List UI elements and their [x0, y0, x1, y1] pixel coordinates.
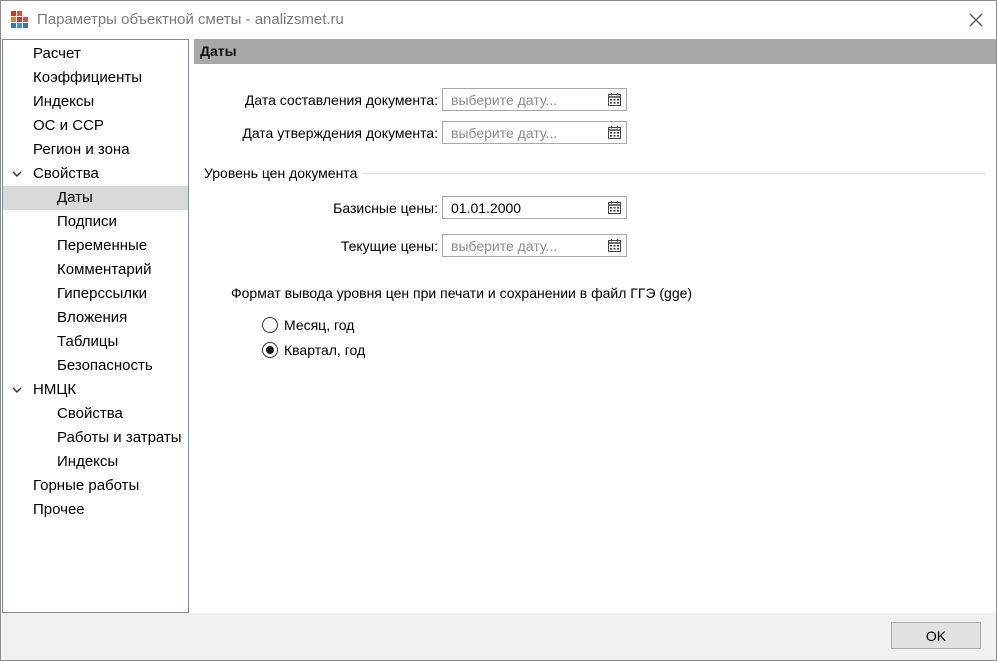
current-prices-label: Текущие цены:	[340, 238, 438, 254]
title-bar: Параметры объектной сметы - analizsmet.r…	[1, 1, 996, 39]
base-prices-date-input[interactable]	[443, 197, 603, 218]
tree-item-raschet[interactable]: Расчет	[3, 42, 188, 66]
tree-item-label: Работы и затраты	[57, 429, 182, 446]
tree-item-label: Горные работы	[33, 477, 140, 494]
chevron-down-icon[interactable]	[11, 384, 23, 396]
tree-item-works-costs[interactable]: Работы и затраты	[3, 426, 188, 450]
radio-month-year[interactable]	[262, 317, 278, 333]
tree-item-label: Прочее	[33, 501, 85, 518]
group-divider	[362, 173, 985, 174]
tree-item-os-ssr[interactable]: ОС и ССР	[3, 114, 188, 138]
doc-approved-label: Дата утверждения документа:	[242, 125, 438, 141]
doc-created-label: Дата составления документа:	[244, 92, 438, 108]
calendar-icon[interactable]	[607, 200, 622, 215]
tree-item-label: Подписи	[57, 213, 117, 230]
tree-item-indexes[interactable]: Индексы	[3, 90, 188, 114]
tree-item-label: Индексы	[57, 453, 119, 470]
tree-item-region-zone[interactable]: Регион и зона	[3, 138, 188, 162]
radio-month-year-label[interactable]: Месяц, год	[284, 317, 354, 333]
price-level-group-title: Уровень цен документа	[204, 165, 358, 181]
chevron-down-icon[interactable]	[11, 168, 23, 180]
current-prices-date-input[interactable]	[443, 235, 603, 256]
dialog-footer: OK	[2, 613, 996, 660]
tree-item-mining[interactable]: Горные работы	[3, 474, 188, 498]
doc-created-date-input[interactable]	[443, 89, 603, 110]
tree-item-attachments[interactable]: Вложения	[3, 306, 188, 330]
tree-item-coefficients[interactable]: Коэффициенты	[3, 66, 188, 90]
calendar-icon[interactable]	[607, 238, 622, 253]
ok-button[interactable]: OK	[891, 622, 981, 649]
tree-item-tables[interactable]: Таблицы	[3, 330, 188, 354]
tree-item-security[interactable]: Безопасность	[3, 354, 188, 378]
tree-item-label: Индексы	[33, 93, 95, 110]
tree-item-nmck-properties[interactable]: Свойства	[3, 402, 188, 426]
doc-approved-date-input[interactable]	[443, 122, 603, 143]
tree-item-variables[interactable]: Переменные	[3, 234, 188, 258]
tree-item-label: Коэффициенты	[33, 69, 143, 86]
section-header: Даты	[194, 39, 996, 64]
tree-item-nmck-indexes[interactable]: Индексы	[3, 450, 188, 474]
content-panel: Даты Дата составления документа: Дата ут…	[194, 39, 996, 613]
tree-item-hyperlinks[interactable]: Гиперссылки	[3, 282, 188, 306]
tree-item-signatures[interactable]: Подписи	[3, 210, 188, 234]
tree-item-label: ОС и ССР	[33, 117, 104, 134]
output-format-label: Формат вывода уровня цен при печати и со…	[231, 285, 693, 301]
tree-item-other[interactable]: Прочее	[3, 498, 188, 522]
current-prices-date-field	[442, 234, 627, 257]
calendar-icon[interactable]	[607, 92, 622, 107]
tree-item-label: Регион и зона	[33, 141, 130, 158]
tree-item-properties[interactable]: Свойства	[3, 162, 188, 186]
tree-item-label: Переменные	[57, 237, 148, 254]
tree-item-label: Гиперссылки	[57, 285, 147, 302]
tree-item-label: Свойства	[33, 165, 99, 182]
tree-item-comment[interactable]: Комментарий	[3, 258, 188, 282]
base-prices-label: Базисные цены:	[333, 200, 438, 216]
window-title: Параметры объектной сметы - analizsmet.r…	[37, 11, 344, 28]
doc-approved-date-field	[442, 121, 627, 144]
tree-item-label: НМЦК	[33, 381, 77, 398]
tree-item-label: Безопасность	[57, 357, 153, 374]
radio-quarter-year[interactable]	[262, 342, 278, 358]
tree-item-dates[interactable]: Даты	[3, 186, 188, 210]
base-prices-date-field	[442, 196, 627, 219]
doc-created-date-field	[442, 88, 627, 111]
radio-quarter-year-label[interactable]: Квартал, год	[284, 342, 365, 358]
section-title: Даты	[200, 43, 237, 59]
tree-item-nmck[interactable]: НМЦК	[3, 378, 188, 402]
tree-item-label: Таблицы	[57, 333, 119, 350]
tree-item-label: Комментарий	[57, 261, 152, 278]
app-icon	[11, 11, 28, 28]
dialog-window: Параметры объектной сметы - analizsmet.r…	[0, 0, 997, 661]
settings-tree: Расчет Коэффициенты Индексы ОС и ССР Рег…	[2, 39, 189, 613]
tree-item-label: Расчет	[33, 45, 81, 62]
close-icon[interactable]	[964, 8, 988, 32]
tree-item-label: Даты	[57, 189, 93, 206]
tree-item-label: Свойства	[57, 405, 123, 422]
calendar-icon[interactable]	[607, 125, 622, 140]
tree-item-label: Вложения	[57, 309, 128, 326]
